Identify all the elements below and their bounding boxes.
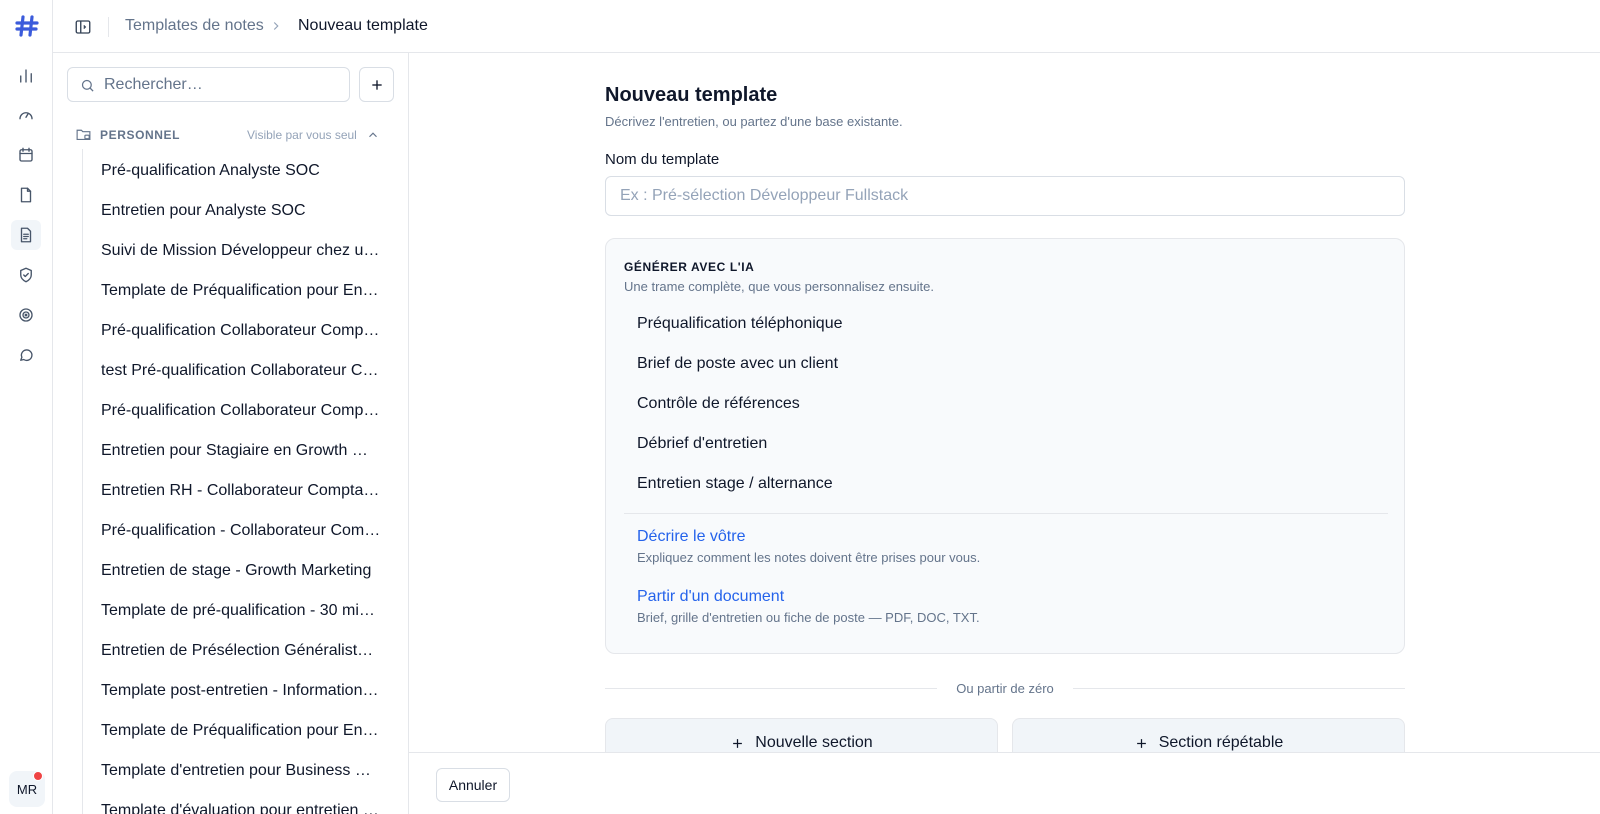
notification-dot [33, 771, 43, 781]
chevron-right-icon [269, 19, 283, 33]
list-item[interactable]: Entretien pour Analyste SOC [83, 191, 403, 231]
template-name-input[interactable] [605, 176, 1405, 216]
new-section-label: Nouvelle section [755, 734, 873, 751]
plus-icon [733, 739, 743, 748]
nav-rail: MR [0, 0, 53, 814]
ai-card-title: GÉNÉRER AVEC L'IA [624, 260, 755, 274]
target-icon[interactable] [15, 304, 37, 326]
notes-template-icon[interactable] [11, 220, 41, 250]
add-template-button[interactable] [359, 67, 394, 102]
main-content: Nouveau template Décrivez l'entretien, o… [409, 53, 1600, 753]
breadcrumb-parent[interactable]: Templates de notes [125, 17, 264, 35]
template-name-label: Nom du template [605, 151, 720, 168]
search-box [67, 67, 350, 102]
ai-card-subtitle: Une trame complète, que vous personnalis… [624, 279, 935, 294]
list-item[interactable]: Entretien de Présélection Généraliste … [83, 631, 403, 671]
ai-generate-card: GÉNÉRER AVEC L'IA Une trame complète, qu… [605, 238, 1405, 654]
start-from-document-link[interactable]: Partir d'un document [637, 588, 784, 606]
analytics-icon[interactable] [15, 65, 37, 87]
list-item[interactable]: Template d'évaluation pour entretien d… [83, 791, 403, 814]
ai-option[interactable]: Préqualification téléphonique [624, 304, 1388, 344]
sidebar-toggle-icon[interactable] [72, 16, 94, 38]
list-item[interactable]: Template de pré-qualification - 30 min… [83, 591, 403, 631]
file-icon[interactable] [15, 184, 37, 206]
group-visibility: Visible par vous seul [247, 128, 357, 142]
repeatable-section-label: Section répétable [1158, 734, 1284, 751]
describe-own-link[interactable]: Décrire le vôtre [637, 528, 745, 546]
avatar-initials: MR [16, 781, 38, 797]
or-divider: Ou partir de zéro [605, 679, 1405, 699]
list-item[interactable]: Template post-entretien - Informations … [83, 671, 403, 711]
list-item[interactable]: Pré-qualification - Collaborateur Comp… [83, 511, 403, 551]
breadcrumb-current: Nouveau template [298, 17, 428, 34]
shield-check-icon[interactable] [15, 264, 37, 286]
search-input[interactable] [104, 75, 344, 95]
plus-icon [371, 79, 382, 90]
list-item[interactable]: Pré-qualification Collaborateur Compt… [83, 311, 403, 351]
chat-icon[interactable] [15, 344, 37, 366]
start-from-document-description: Brief, grille d'entretien ou fiche de po… [637, 610, 980, 625]
ai-option-list: Préqualification téléphonique Brief de p… [624, 304, 1388, 504]
list-item[interactable]: Pré-qualification Analyste SOC [83, 151, 403, 191]
page-title: Nouveau template [605, 84, 778, 106]
divider [624, 513, 1388, 514]
list-item[interactable]: Template d'entretien pour Business D… [83, 751, 403, 791]
ai-option[interactable]: Débrief d'entretien [624, 424, 1388, 464]
list-item[interactable]: Entretien de stage - Growth Marketing [83, 551, 403, 591]
list-item[interactable]: Entretien RH - Collaborateur Comptable [83, 471, 403, 511]
list-item[interactable]: Template de Préqualification pour Entr… [83, 271, 403, 311]
list-item[interactable]: test Pré-qualification Collaborateur Co… [83, 351, 403, 391]
new-section-button[interactable]: Nouvelle section [605, 718, 998, 753]
gauge-icon[interactable] [15, 104, 37, 126]
list-item[interactable]: Entretien pour Stagiaire en Growth Ma… [83, 431, 403, 471]
chevron-up-icon[interactable] [366, 128, 380, 142]
divider [108, 17, 109, 37]
templates-sidebar: PERSONNEL Visible par vous seul Pré-qual… [53, 53, 409, 814]
page-subtitle: Décrivez l'entretien, ou partez d'une ba… [605, 114, 903, 129]
ai-option[interactable]: Brief de poste avec un client [624, 344, 1388, 384]
ai-option[interactable]: Entretien stage / alternance [624, 464, 1388, 504]
group-header-personnel[interactable]: PERSONNEL Visible par vous seul [75, 125, 395, 145]
ai-option[interactable]: Contrôle de références [624, 384, 1388, 424]
list-item[interactable]: Pré-qualification Collaborateur Compt… [83, 391, 403, 431]
template-list: Pré-qualification Analyste SOC Entretien… [83, 151, 403, 814]
list-item[interactable]: Suivi de Mission Développeur chez un… [83, 231, 403, 271]
cancel-button[interactable]: Annuler [436, 768, 510, 802]
folder-lock-icon [75, 126, 92, 143]
footer-bar: Annuler [409, 752, 1600, 814]
calendar-icon[interactable] [15, 144, 37, 166]
search-icon [81, 79, 94, 92]
avatar[interactable]: MR [9, 771, 45, 807]
group-title: PERSONNEL [100, 128, 181, 142]
list-item[interactable]: Template de Préqualification pour Entr… [83, 711, 403, 751]
repeatable-section-button[interactable]: Section répétable [1012, 718, 1405, 753]
app-logo-icon[interactable] [14, 13, 40, 39]
describe-own-description: Expliquez comment les notes doivent être… [637, 550, 981, 565]
top-bar: Templates de notes Nouveau template [53, 0, 1600, 53]
plus-icon [1136, 739, 1146, 748]
